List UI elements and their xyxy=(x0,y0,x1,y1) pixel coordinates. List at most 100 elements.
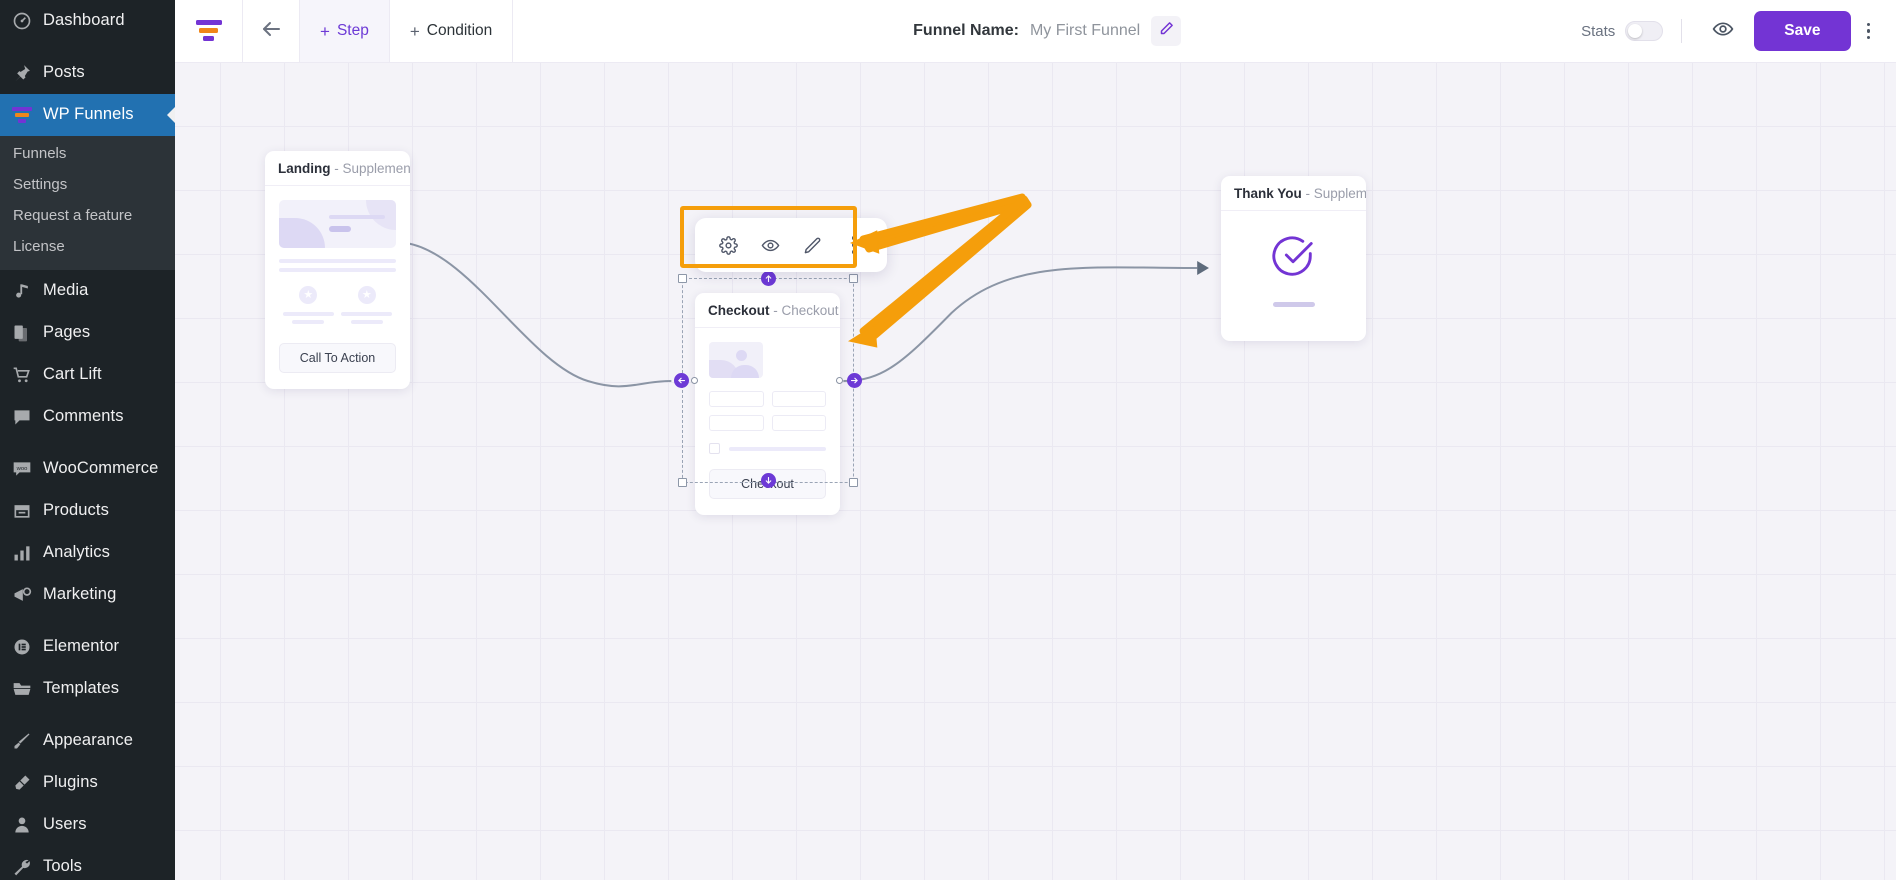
sidebar-item-templates[interactable]: Templates xyxy=(0,668,175,710)
step-separator: - xyxy=(769,303,782,318)
wp-funnels-logo[interactable] xyxy=(175,0,243,62)
sidebar-item-label: Dashboard xyxy=(43,11,125,30)
sidebar-item-pages[interactable]: Pages xyxy=(0,312,175,354)
plus-icon: + xyxy=(409,21,420,41)
step-name: Checkout xyxy=(708,303,770,318)
step-separator: - xyxy=(330,161,343,176)
folder-icon xyxy=(11,678,33,700)
checkout-consent-row xyxy=(709,443,826,454)
resize-handle-top-left[interactable] xyxy=(678,274,687,283)
sidebar-item-label: Pages xyxy=(43,323,91,342)
checkout-form-fields xyxy=(709,391,826,431)
sidebar-item-tools[interactable]: Tools xyxy=(0,846,175,880)
stats-toggle[interactable] xyxy=(1625,21,1664,41)
funnel-icon xyxy=(11,104,33,126)
feature-row: ★ ★ xyxy=(279,286,396,328)
checkout-text-lines xyxy=(774,342,826,378)
step-name: Landing xyxy=(278,161,331,176)
sidebar-item-label: Elementor xyxy=(43,637,120,656)
step-card-header: Thank You - Supplement T... xyxy=(1221,176,1366,211)
preview-funnel-button[interactable] xyxy=(1700,18,1746,45)
sidebar-item-label: Users xyxy=(43,815,87,834)
annotation-arrows-layer xyxy=(847,193,1032,348)
hero-blob xyxy=(279,218,325,248)
sidebar-item-label: Appearance xyxy=(43,731,133,750)
step-subtitle: Supplement T... xyxy=(1313,186,1366,201)
funnel-canvas[interactable]: Landing - Supplement La... ★ xyxy=(175,63,1896,880)
star-icon: ★ xyxy=(357,286,376,304)
connector-handle-bottom[interactable] xyxy=(761,473,776,488)
pencil-icon xyxy=(1159,21,1174,41)
funnel-name-value[interactable]: My First Funnel xyxy=(1030,22,1140,40)
cart-icon xyxy=(11,364,33,386)
connector-layer xyxy=(405,242,1209,388)
sidebar-item-posts[interactable]: Posts xyxy=(0,52,175,94)
add-condition-button[interactable]: + Condition xyxy=(390,0,514,62)
more-options-button[interactable] xyxy=(1851,22,1883,40)
sidebar-item-comments[interactable]: Comments xyxy=(0,396,175,438)
step-card-header: Checkout - Checkout Step xyxy=(695,293,840,328)
sidebar-item-products[interactable]: Products xyxy=(0,490,175,532)
submenu-item-funnels[interactable]: Funnels xyxy=(0,138,175,169)
submenu-item-settings[interactable]: Settings xyxy=(0,169,175,200)
sidebar-item-label: Media xyxy=(43,281,89,300)
sidebar-item-elementor[interactable]: Elementor xyxy=(0,626,175,668)
step-name: Thank You xyxy=(1234,186,1302,201)
text-line xyxy=(279,268,396,272)
settings-icon[interactable] xyxy=(707,228,749,262)
sidebar-item-label: WooCommerce xyxy=(43,459,159,478)
step-card-landing[interactable]: Landing - Supplement La... ★ xyxy=(265,151,410,389)
sidebar-item-label: Products xyxy=(43,501,109,520)
connector-dot-right[interactable] xyxy=(836,377,843,384)
sidebar-item-woocommerce[interactable]: woo WooCommerce xyxy=(0,448,175,490)
back-arrow-icon xyxy=(259,17,283,46)
submenu-item-license[interactable]: License xyxy=(0,231,175,262)
submenu-item-request-a-feature[interactable]: Request a feature xyxy=(0,200,175,231)
sidebar-item-marketing[interactable]: Marketing xyxy=(0,574,175,616)
toolbar-divider xyxy=(1681,19,1683,43)
sidebar-item-label: Cart Lift xyxy=(43,365,102,384)
step-subtitle: Supplement La... xyxy=(342,161,411,176)
wrench-icon xyxy=(11,856,33,878)
dashboard-icon xyxy=(11,10,33,32)
megaphone-icon xyxy=(11,584,33,606)
sidebar-item-dashboard[interactable]: Dashboard xyxy=(0,0,175,42)
sidebar-item-plugins[interactable]: Plugins xyxy=(0,762,175,804)
resize-handle-top-right[interactable] xyxy=(849,274,858,283)
back-button[interactable] xyxy=(243,0,299,62)
connector-dot-left[interactable] xyxy=(691,377,698,384)
connector-handle-right[interactable] xyxy=(847,373,862,388)
woocommerce-icon: woo xyxy=(11,458,33,480)
step-card-preview xyxy=(1221,211,1366,341)
sidebar-item-label: Plugins xyxy=(43,773,98,792)
save-button[interactable]: Save xyxy=(1754,11,1851,51)
eye-icon[interactable] xyxy=(749,228,791,262)
sidebar-item-wp-funnels[interactable]: WP Funnels xyxy=(0,94,175,136)
sidebar-item-appearance[interactable]: Appearance xyxy=(0,720,175,762)
funnel-name-group: Funnel Name: My First Funnel xyxy=(513,0,1581,62)
form-field xyxy=(771,415,826,431)
step-card-thank-you[interactable]: Thank You - Supplement T... xyxy=(1221,176,1366,341)
checkout-summary-row xyxy=(709,342,826,378)
edit-funnel-name-button[interactable] xyxy=(1151,16,1182,46)
resize-handle-bottom-left[interactable] xyxy=(678,478,687,487)
star-icon: ★ xyxy=(299,286,318,304)
step-card-preview: ★ ★ Call To Action xyxy=(265,186,410,389)
pencil-icon[interactable] xyxy=(791,228,833,262)
elementor-icon xyxy=(11,636,33,658)
builder-toolbar: + Step + Condition Funnel Name: My First… xyxy=(175,0,1896,63)
connector-handle-top[interactable] xyxy=(761,271,776,286)
sidebar-item-media[interactable]: Media xyxy=(0,270,175,312)
sidebar-item-users[interactable]: Users xyxy=(0,804,175,846)
resize-handle-bottom-right[interactable] xyxy=(849,478,858,487)
call-to-action-button[interactable]: Call To Action xyxy=(279,343,396,373)
eye-icon xyxy=(1712,18,1734,45)
sidebar-item-cart-lift[interactable]: Cart Lift xyxy=(0,354,175,396)
kebab-icon[interactable] xyxy=(833,228,875,262)
connector-handle-left[interactable] xyxy=(674,373,689,388)
add-step-button[interactable]: + Step xyxy=(299,0,390,62)
sidebar-item-analytics[interactable]: Analytics xyxy=(0,532,175,574)
sidebar-item-label: Tools xyxy=(43,857,83,876)
step-floating-toolbar[interactable] xyxy=(695,218,887,272)
products-icon xyxy=(11,500,33,522)
